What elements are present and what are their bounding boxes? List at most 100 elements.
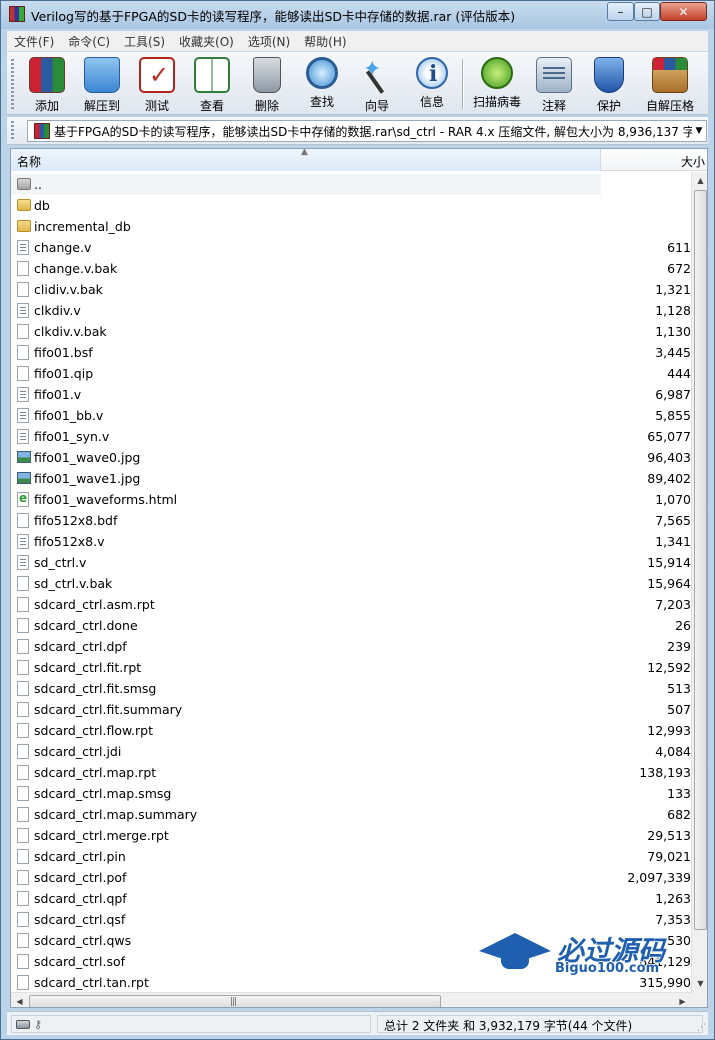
table-row[interactable]: sdcard_ctrl.asm.rpt 7,203	[11, 594, 691, 615]
file-name-label: db	[34, 198, 50, 213]
extract-to-button[interactable]: 解压到	[74, 57, 130, 113]
table-row[interactable]: ..	[11, 174, 691, 195]
file-name-label: sdcard_ctrl.pof	[34, 870, 127, 885]
file-name: clkdiv.v.bak	[11, 321, 601, 342]
view-button[interactable]: 查看	[184, 57, 240, 113]
window-title: Verilog写的基于FPGA的SD卡的读写程序，能够读出SD卡中存储的数据.r…	[31, 9, 516, 24]
table-row[interactable]: db	[11, 195, 691, 216]
file-size: 682	[667, 807, 691, 822]
file-size: 12,993	[647, 723, 691, 738]
table-row[interactable]: fifo01_wave0.jpg 96,403	[11, 447, 691, 468]
table-row[interactable]: fifo01_wave1.jpg 89,402	[11, 468, 691, 489]
maximize-button[interactable]: □	[634, 2, 660, 21]
table-row[interactable]: sdcard_ctrl.map.smsg 133	[11, 783, 691, 804]
menu-commands[interactable]: 命令(C)	[61, 33, 117, 50]
path-field[interactable]: 基于FPGA的SD卡的读写程序，能够读出SD卡中存储的数据.rar\sd_ctr…	[27, 120, 707, 142]
sfx-icon	[652, 57, 688, 93]
file-name: fifo01.bsf	[11, 342, 601, 363]
table-row[interactable]: fifo01_waveforms.html 1,070	[11, 489, 691, 510]
table-row[interactable]: sdcard_ctrl.fit.smsg 513	[11, 678, 691, 699]
table-row[interactable]: sd_ctrl.v 15,914	[11, 552, 691, 573]
table-row[interactable]: sdcard_ctrl.jdi 4,084	[11, 741, 691, 762]
file-name: sdcard_ctrl.fit.smsg	[11, 678, 601, 699]
vertical-scrollbar[interactable]: ▲ ▼	[691, 172, 707, 992]
file-name: sdcard_ctrl.map.rpt	[11, 762, 601, 783]
column-header-size[interactable]: 大小	[602, 149, 707, 171]
file-size: 133	[667, 786, 691, 801]
table-row[interactable]: clkdiv.v.bak 1,130	[11, 321, 691, 342]
table-row[interactable]: clidiv.v.bak 1,321	[11, 279, 691, 300]
comment-button[interactable]: 注释	[526, 57, 582, 113]
menu-file[interactable]: 文件(F)	[7, 33, 61, 50]
address-grip[interactable]	[11, 121, 14, 141]
menu-tools[interactable]: 工具(S)	[117, 33, 172, 50]
scroll-grip-icon: |||	[230, 997, 237, 1007]
info-button[interactable]: 信息	[404, 57, 460, 113]
table-row[interactable]: fifo512x8.bdf 7,565	[11, 510, 691, 531]
delete-button[interactable]: 删除	[239, 57, 295, 113]
winrar-app-icon[interactable]	[9, 6, 25, 22]
file-size: 1,128	[655, 303, 691, 318]
menu-options[interactable]: 选项(N)	[241, 33, 297, 50]
title-bar[interactable]: Verilog写的基于FPGA的SD卡的读写程序，能够读出SD卡中存储的数据.r…	[1, 1, 714, 29]
table-row[interactable]: fifo01.v 6,987	[11, 384, 691, 405]
key-icon[interactable]: ⚷	[34, 1018, 52, 1031]
file-name: db	[11, 195, 601, 216]
table-row[interactable]: sdcard_ctrl.map.rpt 138,193	[11, 762, 691, 783]
scan-virus-button[interactable]: 扫描病毒	[469, 57, 525, 113]
table-row[interactable]: change.v 611	[11, 237, 691, 258]
chevron-down-icon[interactable]: ▼	[692, 126, 706, 136]
table-row[interactable]: sdcard_ctrl.fit.rpt 12,592	[11, 657, 691, 678]
table-row[interactable]: sdcard_ctrl.merge.rpt 29,513	[11, 825, 691, 846]
scroll-left-icon[interactable]: ◀	[11, 993, 28, 1007]
wizard-button[interactable]: 向导	[349, 57, 405, 113]
add-label: 添加	[34, 99, 59, 113]
file-list[interactable]: ▲ 名称 大小 .. db incremental_db change.v 611 cha…	[10, 148, 708, 1008]
table-row[interactable]: sdcard_ctrl.qpf 1,263	[11, 888, 691, 909]
table-row[interactable]: fifo01.bsf 3,445	[11, 342, 691, 363]
table-row[interactable]: incremental_db	[11, 216, 691, 237]
sfx-button[interactable]: 自解压格	[638, 57, 702, 113]
horizontal-scrollbar[interactable]: ◀ ||| ▶	[11, 992, 691, 1007]
menu-favorites[interactable]: 收藏夹(O)	[172, 33, 241, 50]
table-row[interactable]: change.v.bak 672	[11, 258, 691, 279]
column-header-name[interactable]: ▲ 名称	[11, 149, 601, 171]
table-row[interactable]: sd_ctrl.v.bak 15,964	[11, 573, 691, 594]
scroll-right-icon[interactable]: ▶	[674, 993, 691, 1007]
file-icon	[17, 870, 29, 885]
table-row[interactable]: sdcard_ctrl.dpf 239	[11, 636, 691, 657]
menu-help[interactable]: 帮助(H)	[297, 33, 353, 50]
file-size	[601, 174, 691, 195]
close-button[interactable]: ✕	[660, 2, 707, 21]
table-row[interactable]: fifo01.qip 444	[11, 363, 691, 384]
add-button[interactable]: 添加	[19, 57, 75, 113]
toolbar-grip[interactable]	[11, 59, 14, 111]
resize-grip-icon[interactable]: ⋰	[697, 1023, 706, 1033]
table-row[interactable]: sdcard_ctrl.map.summary 682	[11, 804, 691, 825]
file-name: sdcard_ctrl.dpf	[11, 636, 601, 657]
table-row[interactable]: fifo01_bb.v 5,855	[11, 405, 691, 426]
test-button[interactable]: 测试	[129, 57, 185, 113]
file-name-label: sdcard_ctrl.done	[34, 618, 138, 633]
table-row[interactable]: sdcard_ctrl.done 26	[11, 615, 691, 636]
horizontal-scroll-thumb[interactable]: |||	[29, 995, 441, 1007]
protect-button[interactable]: 保护	[581, 57, 637, 113]
table-row[interactable]: fifo01_syn.v 65,077	[11, 426, 691, 447]
file-name-label: sdcard_ctrl.fit.summary	[34, 702, 183, 717]
vertical-scroll-thumb[interactable]	[694, 190, 707, 930]
table-row[interactable]: fifo512x8.v 1,341	[11, 531, 691, 552]
file-name-label: fifo01_syn.v	[34, 429, 110, 444]
table-row[interactable]: sdcard_ctrl.flow.rpt 12,993	[11, 720, 691, 741]
file-name-label: change.v.bak	[34, 261, 118, 276]
minimize-button[interactable]: –	[607, 2, 634, 21]
file-name-label: sdcard_ctrl.fit.smsg	[34, 681, 157, 696]
find-button[interactable]: 查找	[294, 57, 350, 113]
table-row[interactable]: sdcard_ctrl.fit.summary 507	[11, 699, 691, 720]
scroll-up-icon[interactable]: ▲	[692, 172, 707, 189]
info-icon	[416, 57, 448, 89]
disk-icon[interactable]	[16, 1020, 30, 1029]
table-row[interactable]: clkdiv.v 1,128	[11, 300, 691, 321]
table-row[interactable]: sdcard_ctrl.pof 2,097,339	[11, 867, 691, 888]
table-row[interactable]: sdcard_ctrl.pin 79,021	[11, 846, 691, 867]
file-size: 3,445	[655, 345, 691, 360]
